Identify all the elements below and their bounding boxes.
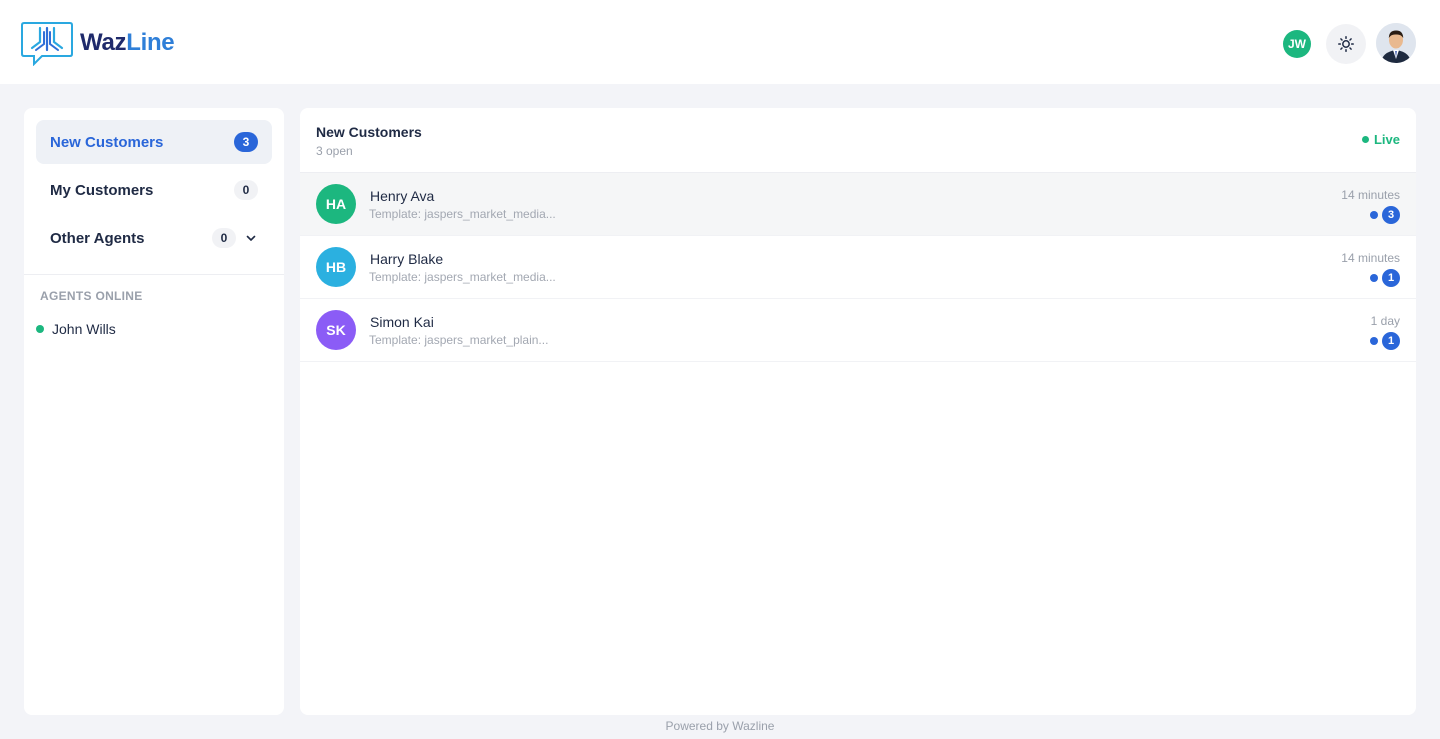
count-badge: 0	[212, 228, 236, 248]
unread-indicator: 1	[1370, 332, 1400, 350]
logo-text: WazLine	[80, 29, 175, 57]
conversation-meta: 14 minutes 3	[1341, 188, 1400, 224]
user-photo-icon	[1376, 23, 1416, 63]
sun-icon	[1338, 36, 1354, 52]
conversation-row[interactable]: HA Henry Ava Template: jaspers_market_me…	[300, 173, 1416, 236]
sidebar-item-new-customers[interactable]: New Customers 3	[36, 120, 272, 164]
count-badge: 3	[234, 132, 258, 152]
unread-dot	[1370, 337, 1378, 345]
conversation-meta: 1 day 1	[1370, 314, 1400, 350]
message-preview: Template: jaspers_market_media...	[369, 206, 556, 221]
live-dot	[1361, 136, 1369, 143]
sidebar-item-other-agents[interactable]: Other Agents 0	[36, 216, 272, 260]
customer-avatar: HB	[316, 247, 356, 287]
sidebar-item-my-customers[interactable]: My Customers 0	[36, 168, 272, 212]
unread-count-badge: 3	[1382, 206, 1400, 224]
conversation-row[interactable]: HB Harry Blake Template: jaspers_market_…	[300, 236, 1416, 299]
message-preview: Template: jaspers_market_plain...	[369, 332, 549, 347]
customer-name: Simon Kai	[370, 313, 434, 330]
sidebar-item-label: New Customers	[50, 133, 164, 151]
agent-name: John Wills	[52, 321, 116, 337]
user-initials-avatar[interactable]: JW	[1283, 30, 1311, 58]
powered-by-footer: Powered by Wazline	[665, 719, 775, 733]
conversation-time: 1 day	[1370, 314, 1400, 328]
unread-count-badge: 1	[1382, 332, 1400, 350]
customer-name: Harry Blake	[370, 250, 444, 267]
live-indicator: Live	[1361, 132, 1400, 147]
unread-dot	[1370, 211, 1378, 219]
sidebar: New Customers 3 My Customers 0 Other Age…	[24, 108, 284, 715]
wazline-logo[interactable]: WazLine	[20, 20, 175, 66]
logo-text-part2: Line	[126, 29, 175, 56]
conversation-meta: 14 minutes 1	[1341, 251, 1400, 287]
profile-avatar[interactable]	[1376, 23, 1416, 63]
sidebar-item-label: My Customers	[50, 181, 154, 199]
customer-avatar: SK	[316, 310, 356, 350]
unread-indicator: 3	[1341, 206, 1400, 224]
logo-text-part1: Waz	[80, 29, 127, 56]
agents-online-title: AGENTS ONLINE	[40, 289, 143, 303]
message-preview: Template: jaspers_market_media...	[369, 269, 556, 284]
conversation-time: 14 minutes	[1341, 251, 1400, 265]
customer-name: Henry Ava	[370, 187, 435, 204]
unread-indicator: 1	[1341, 269, 1400, 287]
conversation-row[interactable]: SK Simon Kai Template: jaspers_market_pl…	[300, 299, 1416, 362]
agent-item[interactable]: John Wills	[24, 303, 284, 337]
conversation-list-panel: New Customers 3 open Live HA Henry Ava T…	[300, 108, 1416, 715]
theme-toggle-button[interactable]	[1326, 24, 1366, 64]
online-status-dot	[36, 325, 44, 333]
panel-title: New Customers	[316, 124, 422, 140]
panel-header: New Customers 3 open Live	[300, 108, 1416, 173]
unread-count-badge: 1	[1382, 269, 1400, 287]
panel-subtitle: 3 open	[316, 144, 353, 158]
customer-avatar: HA	[316, 184, 356, 224]
sidebar-nav: New Customers 3 My Customers 0 Other Age…	[24, 108, 284, 274]
live-label: Live	[1373, 132, 1400, 147]
sidebar-item-label: Other Agents	[50, 229, 145, 247]
conversation-time: 14 minutes	[1341, 188, 1400, 202]
count-badge: 0	[234, 180, 258, 200]
conversation-body: Harry Blake Template: jaspers_market_med…	[369, 251, 1400, 284]
conversation-body: Simon Kai Template: jaspers_market_plain…	[369, 314, 1400, 347]
logo-mark-icon	[21, 22, 73, 66]
top-bar: WazLine JW	[0, 0, 1440, 84]
chevron-down-icon[interactable]	[244, 231, 258, 245]
conversation-body: Henry Ava Template: jaspers_market_media…	[369, 188, 1400, 221]
unread-dot	[1370, 274, 1378, 282]
